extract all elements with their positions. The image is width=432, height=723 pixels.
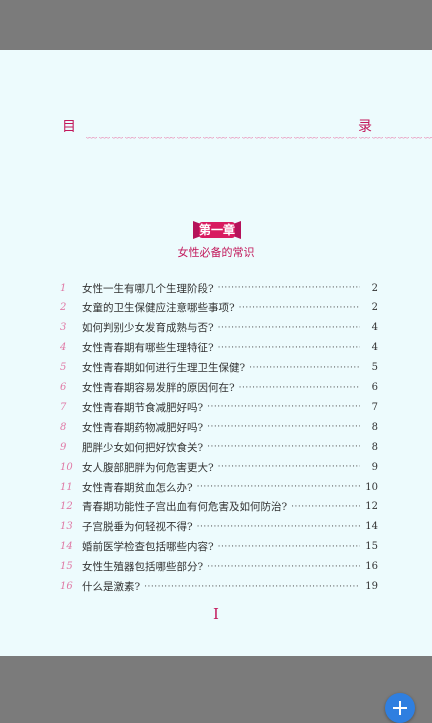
toc-entry[interactable]: 2 女童的卫生保健应注意哪些事项? ························…	[60, 299, 378, 317]
toc-entry-number: 10	[60, 461, 73, 473]
toc-leader-dots: ········································…	[207, 402, 360, 413]
toc-leader-dots: ········································…	[217, 541, 360, 552]
toc-entry-title: 女性青春期容易发胖的原因何在?	[82, 382, 235, 394]
toc-entry-page: 9	[371, 461, 378, 473]
toc-entry-number: 3	[60, 322, 67, 334]
toc-leader-dots: ········································…	[249, 362, 360, 373]
toc-leader-dots: ········································…	[144, 581, 360, 592]
toc-entry[interactable]: 15 女性生殖器包括哪些部分? ··························…	[60, 558, 378, 576]
toc-heading-left: 目	[62, 119, 76, 135]
toc-entry-number: 14	[60, 541, 73, 553]
book-page: 目 录 ﹏﹏﹏﹏﹏﹏﹏﹏﹏﹏﹏﹏﹏﹏﹏﹏﹏﹏﹏﹏﹏﹏﹏﹏﹏﹏﹏﹏ 第一章 女性必…	[0, 50, 432, 656]
reader-bottom-bar	[0, 656, 432, 720]
toc-entry-page: 10	[365, 481, 378, 493]
toc-entry-page: 2	[371, 282, 378, 294]
reader-top-bar	[0, 0, 432, 50]
toc-entry-number: 11	[60, 481, 73, 493]
toc-entry[interactable]: 16 什么是激素? ································…	[60, 578, 378, 596]
toc-leader-dots: ········································…	[217, 283, 360, 293]
toc-entry-page: 8	[371, 441, 378, 453]
toc-entry-number: 13	[60, 521, 73, 533]
toc-entry-title: 女性一生有哪几个生理阶段?	[82, 282, 214, 295]
toc-entry[interactable]: 6 女性青春期容易发胖的原因何在? ························…	[60, 379, 378, 397]
toc-entry-page: 14	[365, 521, 378, 533]
toc-entry-title: 女性青春期药物减肥好吗?	[82, 421, 204, 434]
toc-entry-title: 女性青春期有哪些生理特征?	[82, 342, 214, 355]
toc-leader-dots: ········································…	[207, 561, 360, 572]
toc-entry-page: 15	[365, 541, 378, 553]
toc-entry-page: 8	[371, 421, 378, 433]
toc-entry-page: 5	[371, 362, 378, 374]
toc-entry[interactable]: 1 女性一生有哪几个生理阶段? ··························…	[60, 279, 378, 297]
toc-entry-number: 9	[60, 441, 67, 453]
chapter-badge: 第一章	[193, 220, 241, 240]
toc-entry-title: 女童的卫生保健应注意哪些事项?	[82, 302, 235, 315]
plus-icon	[393, 701, 407, 715]
toc-entry-number: 16	[60, 581, 73, 592]
toc-entry[interactable]: 5 女性青春期如何进行生理卫生保健? ·······················…	[60, 359, 378, 377]
chapter-badge-label: 第一章	[198, 223, 235, 237]
toc-leader-dots: ········································…	[196, 521, 360, 532]
toc-entry-page: 4	[371, 342, 378, 354]
toc-entry[interactable]: 12 青春期功能性子宫出血有何危害及如何防治? ··················…	[60, 498, 378, 516]
toc-entry[interactable]: 10 女人腹部肥胖为何危害更大? ·························…	[60, 458, 378, 476]
toc-leader-dots: ········································…	[207, 422, 360, 433]
toc-entry-page: 12	[365, 501, 378, 513]
toc-entry[interactable]: 4 女性青春期有哪些生理特征? ··························…	[60, 339, 378, 357]
toc-leader-dots: ········································…	[217, 322, 360, 333]
toc-entry-number: 12	[60, 501, 73, 513]
toc-entry-page: 4	[371, 322, 378, 334]
toc-entry-number: 8	[60, 421, 67, 433]
toc-leader-dots: ········································…	[238, 382, 360, 393]
toc-entry[interactable]: 9 肥胖少女如何把好饮食关? ···························…	[60, 438, 378, 456]
toc-entry[interactable]: 7 女性青春期节食减肥好吗? ···························…	[60, 398, 378, 416]
toc-entry-number: 2	[60, 302, 67, 314]
toc-leader-dots: ········································…	[196, 482, 360, 492]
toc-entry-number: 7	[60, 401, 67, 413]
wave-divider: ﹏﹏﹏﹏﹏﹏﹏﹏﹏﹏﹏﹏﹏﹏﹏﹏﹏﹏﹏﹏﹏﹏﹏﹏﹏﹏﹏﹏	[86, 128, 432, 140]
toc-entry-title: 女性青春期如何进行生理卫生保健?	[82, 362, 246, 375]
toc-entry[interactable]: 13 子宫脱垂为何轻视不得? ···························…	[60, 518, 378, 536]
toc-entry-page: 19	[365, 581, 378, 592]
toc-entry-title: 肥胖少女如何把好饮食关?	[82, 441, 204, 454]
toc-entry-title: 青春期功能性子宫出血有何危害及如何防治?	[82, 501, 288, 514]
toc-leader-dots: ········································…	[238, 302, 360, 313]
toc-entry-title: 婚前医学检查包括哪些内容?	[82, 541, 214, 554]
toc-leader-dots: ········································…	[207, 442, 360, 453]
toc-entry-number: 5	[60, 362, 67, 374]
toc-entry[interactable]: 3 如何判别少女发育成熟与否? ··························…	[60, 319, 378, 337]
toc-entry-title: 女性青春期贫血怎么办?	[82, 481, 193, 494]
toc-leader-dots: ········································…	[217, 342, 360, 353]
toc-entry-title: 子宫脱垂为何轻视不得?	[82, 521, 193, 534]
toc-entry[interactable]: 11 女性青春期贫血怎么办? ···························…	[60, 478, 378, 496]
toc-entry-page: 7	[371, 401, 378, 413]
toc-entry-title: 什么是激素?	[82, 581, 141, 593]
toc-entry-title: 女人腹部肥胖为何危害更大?	[82, 461, 214, 474]
toc-entry-page: 6	[371, 382, 378, 393]
chapter-title: 女性必备的常识	[177, 246, 255, 259]
toc-entry-page: 16	[365, 561, 378, 573]
toc-entry-title: 女性青春期节食减肥好吗?	[82, 401, 204, 414]
toc-entry-number: 6	[60, 382, 67, 393]
page-number: I	[213, 605, 219, 623]
toc-entry-number: 4	[60, 342, 67, 354]
toc-entry-number: 1	[60, 282, 67, 294]
toc-entry-title: 如何判别少女发育成熟与否?	[82, 322, 214, 335]
toc-entry[interactable]: 8 女性青春期药物减肥好吗? ···························…	[60, 418, 378, 436]
toc-entry-page: 2	[371, 302, 378, 314]
toc-leader-dots: ········································…	[217, 462, 360, 473]
toc-leader-dots: ········································…	[291, 501, 360, 512]
toc-entry-number: 15	[60, 561, 73, 573]
add-button[interactable]	[385, 693, 415, 723]
toc-entry[interactable]: 14 婚前医学检查包括哪些内容? ·························…	[60, 538, 378, 556]
toc-entry-title: 女性生殖器包括哪些部分?	[82, 561, 204, 574]
